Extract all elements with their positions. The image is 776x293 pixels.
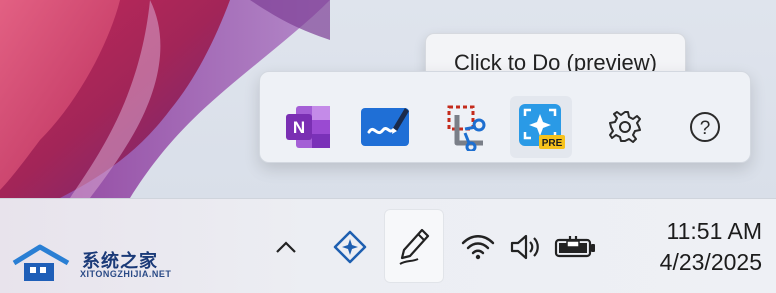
house-logo-icon (12, 244, 70, 281)
pen-icon (399, 228, 430, 265)
network-button[interactable] (460, 229, 496, 265)
onenote-button[interactable]: N (277, 96, 339, 158)
volume-icon (510, 234, 539, 260)
settings-gear-icon (609, 111, 641, 143)
watermark-logo (10, 243, 72, 288)
pen-menu-flyout: N PRE ? (259, 71, 751, 163)
onenote-letter: N (293, 118, 305, 137)
preview-badge: PRE (542, 138, 563, 149)
show-hidden-icons-button[interactable] (268, 229, 304, 265)
help-button[interactable]: ? (674, 96, 736, 158)
copilot-diamond-icon (333, 230, 367, 264)
pen-menu-button[interactable] (384, 209, 444, 283)
clock-time: 11:51 AM (666, 218, 762, 244)
copilot-button[interactable] (328, 225, 372, 269)
battery-charging-icon (554, 236, 595, 258)
battery-button[interactable] (552, 229, 600, 265)
clock-button[interactable]: 11:51 AM 4/23/2025 (612, 216, 762, 278)
snipping-tool-button[interactable] (434, 96, 496, 158)
chevron-up-icon (276, 241, 296, 253)
help-icon: ? (690, 112, 720, 142)
click-to-do-icon: PRE (519, 104, 565, 149)
help-glyph: ? (700, 118, 711, 139)
whiteboard-button[interactable] (354, 96, 416, 158)
taskbar: 系统之家 XITONGZHIJIA.NET 11:51 AM 4/23/2025 (0, 198, 776, 293)
settings-button[interactable] (594, 96, 656, 158)
snipping-tool-icon (447, 105, 486, 151)
wifi-icon (461, 235, 495, 260)
clock-date: 4/23/2025 (659, 249, 762, 275)
volume-button[interactable] (506, 229, 546, 265)
click-to-do-button[interactable]: PRE (510, 96, 572, 158)
whiteboard-icon (361, 108, 409, 146)
onenote-icon: N (286, 106, 330, 148)
watermark-en: XITONGZHIJIA.NET (80, 269, 172, 279)
